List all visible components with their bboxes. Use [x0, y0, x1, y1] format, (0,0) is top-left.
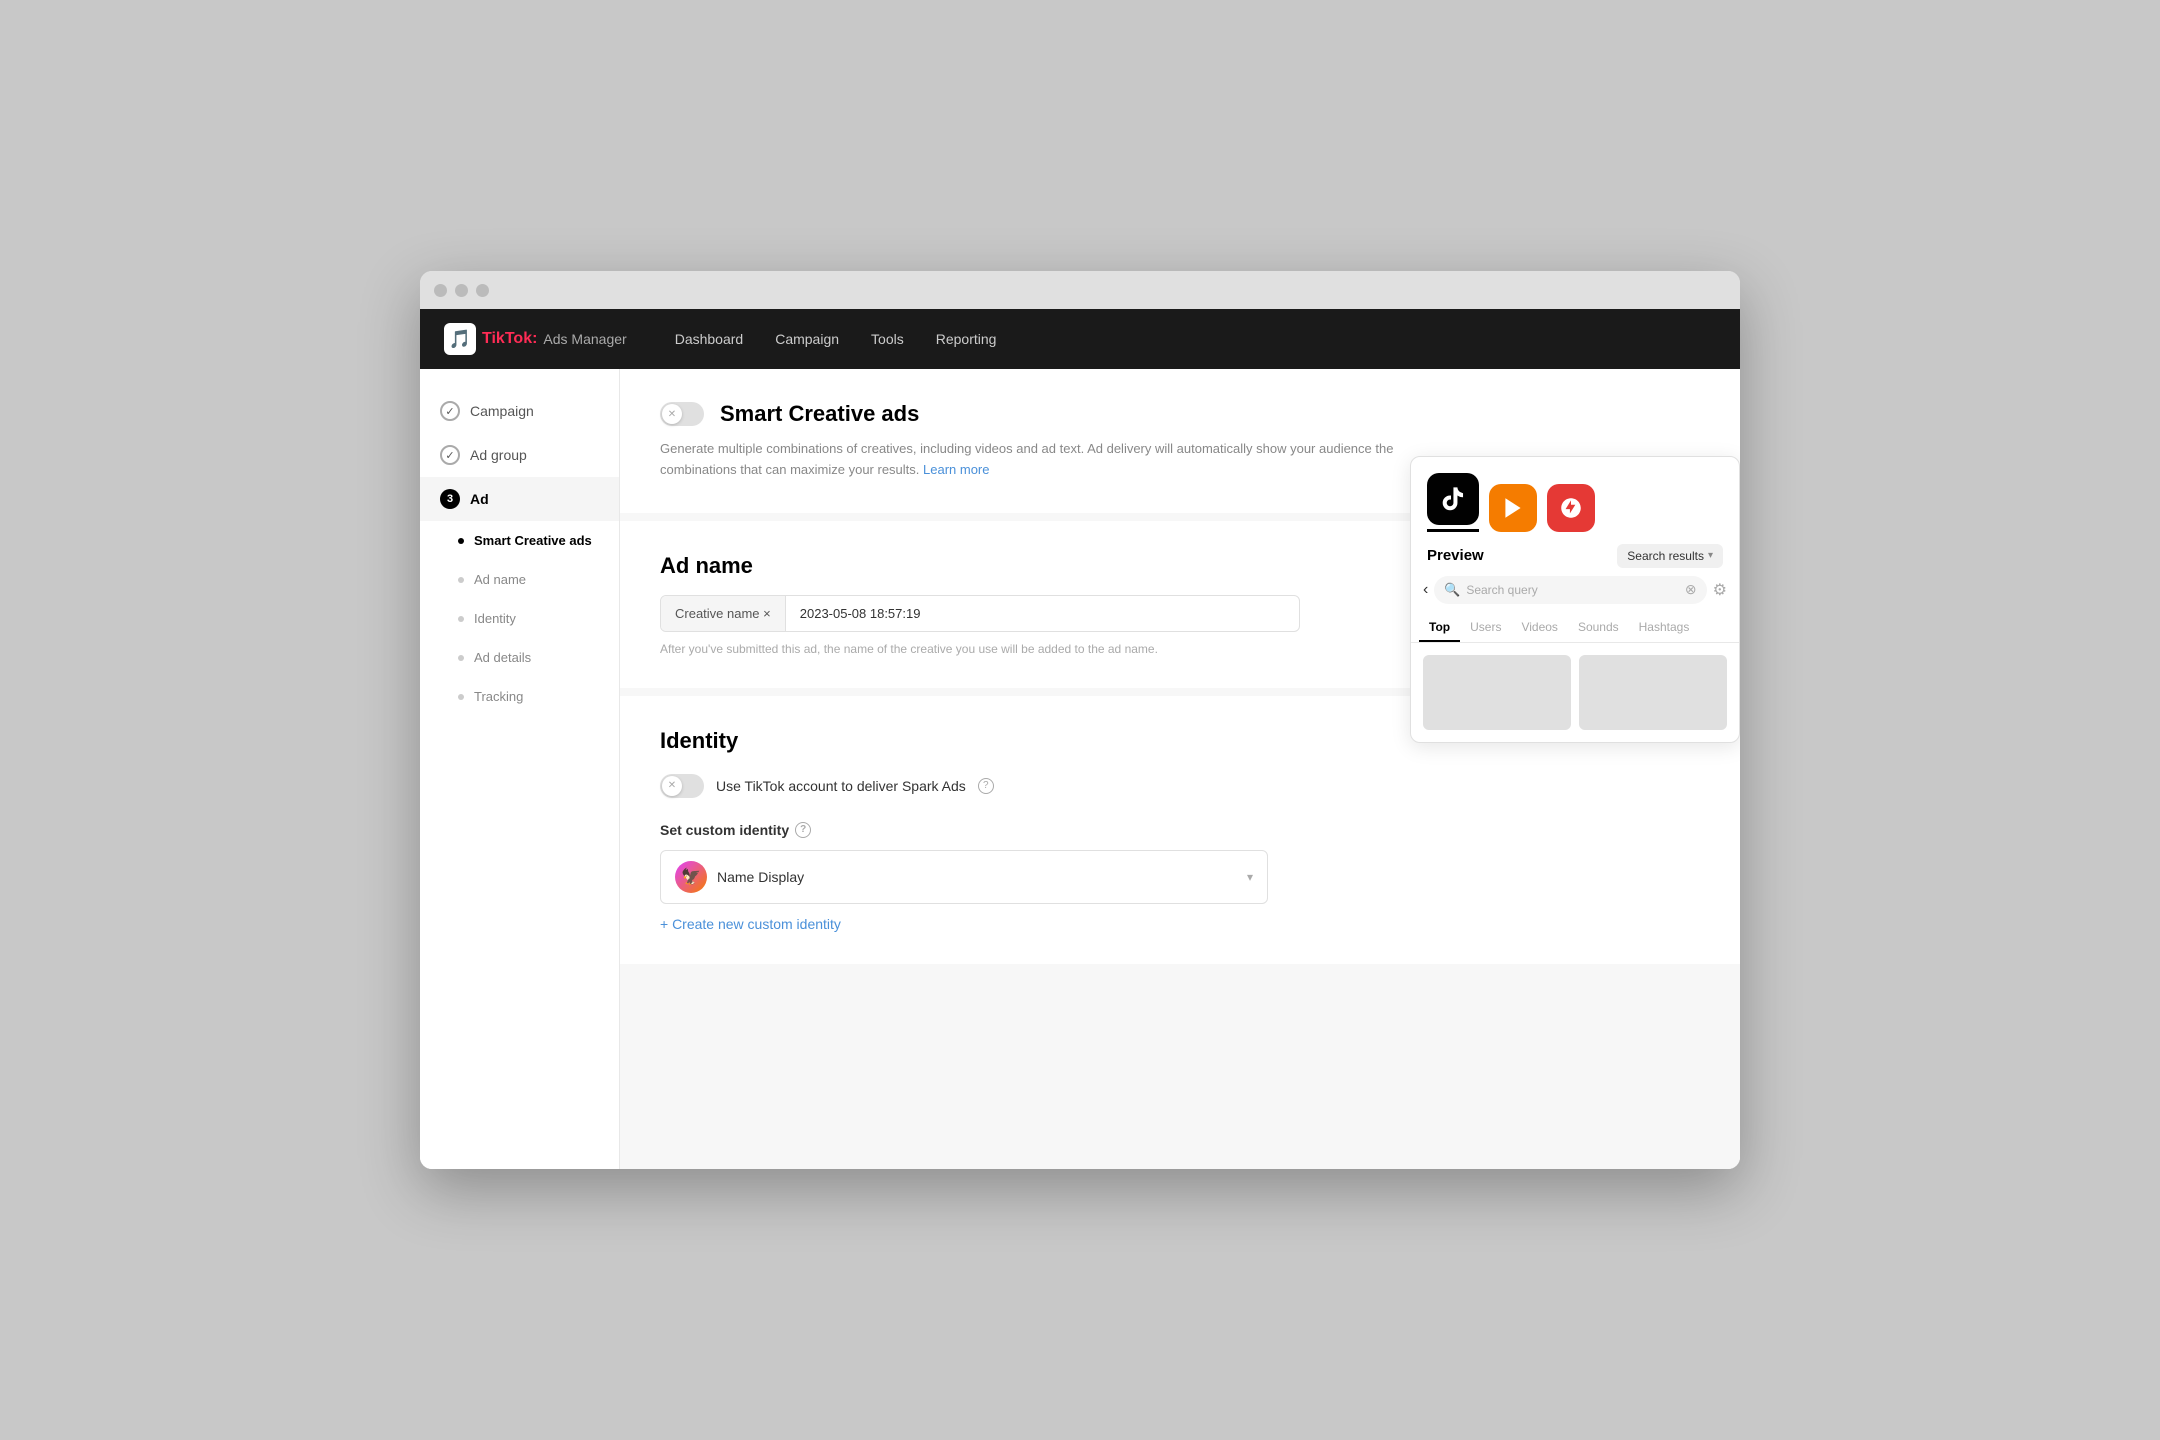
preview-panel: Preview Search results ▾ ‹ 🔍 Search quer…	[1410, 456, 1740, 743]
toggle-x-icon: ✕	[662, 404, 682, 424]
top-nav: 🎵 TikTok: Ads Manager Dashboard Campaign…	[420, 309, 1740, 369]
create-identity-link[interactable]: + Create new custom identity	[660, 916, 1380, 932]
custom-identity-help-icon[interactable]: ?	[795, 822, 811, 838]
search-magnifier-icon: 🔍	[1444, 582, 1460, 598]
sidebar-subitem-ad-details[interactable]: Ad details	[420, 638, 619, 677]
smart-creative-dot	[458, 538, 464, 544]
search-bar: ‹ 🔍 Search query ⊗ ⚙	[1411, 576, 1739, 614]
sidebar-item-campaign[interactable]: ✓ Campaign	[420, 389, 619, 433]
preview-tab-bar: Preview Search results ▾	[1411, 532, 1739, 576]
search-filter-icon[interactable]: ⚙	[1713, 580, 1727, 600]
sidebar-subitem-tracking[interactable]: Tracking	[420, 677, 619, 716]
smart-creative-header: ✕ Smart Creative ads	[660, 401, 1700, 427]
brand-logo: 🎵	[444, 323, 476, 355]
brand: 🎵 TikTok: Ads Manager	[444, 323, 627, 355]
preview-content-grid	[1411, 643, 1739, 742]
ad-name-field[interactable]: Creative name × 2023-05-08 18:57:19	[660, 595, 1300, 632]
nav-campaign[interactable]: Campaign	[775, 331, 839, 347]
search-category-tabs: Top Users Videos Sounds Hashtags	[1411, 614, 1739, 643]
sidebar-subitem-smart-creative[interactable]: Smart Creative ads	[420, 521, 619, 560]
brand-name: TikTok:	[482, 330, 537, 348]
sidebar-subitem-ad-name[interactable]: Ad name	[420, 560, 619, 599]
sidebar-item-ad-group[interactable]: ✓ Ad group	[420, 433, 619, 477]
traffic-light-close[interactable]	[434, 284, 447, 297]
ad-name-tag[interactable]: Creative name ×	[661, 596, 786, 631]
pangle-app-icon[interactable]	[1489, 484, 1537, 532]
cat-tab-hashtags[interactable]: Hashtags	[1629, 614, 1700, 642]
ad-details-dot	[458, 655, 464, 661]
ad-name-value: 2023-05-08 18:57:19	[786, 596, 1299, 631]
tiktok-icon-underline	[1427, 529, 1479, 532]
identity-title: Identity	[660, 728, 1380, 754]
smart-creative-toggle[interactable]: ✕	[660, 402, 704, 426]
identity-name: Name Display	[717, 869, 1237, 885]
sidebar-subitem-identity[interactable]: Identity	[420, 599, 619, 638]
spark-ads-row: ✕ Use TikTok account to deliver Spark Ad…	[660, 774, 1380, 798]
ad-number-circle: 3	[440, 489, 460, 509]
preview-tab[interactable]: Preview	[1427, 547, 1609, 564]
spark-toggle-x: ✕	[662, 776, 682, 796]
spark-ads-help-icon[interactable]: ?	[978, 778, 994, 794]
identity-dot	[458, 616, 464, 622]
identity-avatar: 🦅	[675, 861, 707, 893]
other-app-icon[interactable]	[1547, 484, 1595, 532]
app-window: 🎵 TikTok: Ads Manager Dashboard Campaign…	[420, 271, 1740, 1169]
identity-dropdown-arrow: ▾	[1247, 870, 1253, 884]
ad-group-check: ✓	[440, 445, 460, 465]
tracking-dot	[458, 694, 464, 700]
custom-identity-label: Set custom identity ?	[660, 822, 1380, 838]
identity-section: Identity ✕ Use TikTok account to deliver…	[620, 696, 1740, 964]
traffic-light-maximize[interactable]	[476, 284, 489, 297]
main-layout: ✓ Campaign ✓ Ad group 3 Ad Smart Creativ…	[420, 369, 1740, 1169]
identity-dropdown[interactable]: 🦅 Name Display ▾	[660, 850, 1268, 904]
spark-ads-toggle[interactable]: ✕	[660, 774, 704, 798]
nav-tools[interactable]: Tools	[871, 331, 904, 347]
search-clear-icon[interactable]: ⊗	[1685, 581, 1697, 598]
title-bar	[420, 271, 1740, 309]
app-icons-row	[1411, 457, 1739, 532]
sidebar-item-ad[interactable]: 3 Ad	[420, 477, 619, 521]
search-results-chevron: ▾	[1708, 550, 1713, 561]
learn-more-link[interactable]: Learn more	[923, 462, 989, 477]
preview-placeholder-2	[1579, 655, 1727, 730]
nav-reporting[interactable]: Reporting	[936, 331, 997, 347]
content-area: ✕ Smart Creative ads Generate multiple c…	[620, 369, 1740, 1169]
traffic-light-minimize[interactable]	[455, 284, 468, 297]
search-results-tab[interactable]: Search results ▾	[1617, 544, 1723, 568]
nav-dashboard[interactable]: Dashboard	[675, 331, 744, 347]
campaign-check: ✓	[440, 401, 460, 421]
smart-creative-title: Smart Creative ads	[720, 401, 919, 427]
search-query-placeholder: Search query	[1466, 583, 1537, 597]
cat-tab-videos[interactable]: Videos	[1511, 614, 1567, 642]
back-arrow-icon[interactable]: ‹	[1423, 581, 1428, 599]
smart-creative-desc: Generate multiple combinations of creati…	[660, 439, 1440, 481]
tiktok-app-icon[interactable]	[1427, 473, 1479, 525]
sidebar: ✓ Campaign ✓ Ad group 3 Ad Smart Creativ…	[420, 369, 620, 1169]
search-input-wrapper[interactable]: 🔍 Search query ⊗	[1434, 576, 1706, 604]
cat-tab-top[interactable]: Top	[1419, 614, 1460, 642]
cat-tab-sounds[interactable]: Sounds	[1568, 614, 1629, 642]
ad-name-dot	[458, 577, 464, 583]
preview-placeholder-1	[1423, 655, 1571, 730]
brand-sub: Ads Manager	[543, 331, 626, 347]
spark-ads-label: Use TikTok account to deliver Spark Ads	[716, 778, 966, 794]
cat-tab-users[interactable]: Users	[1460, 614, 1511, 642]
